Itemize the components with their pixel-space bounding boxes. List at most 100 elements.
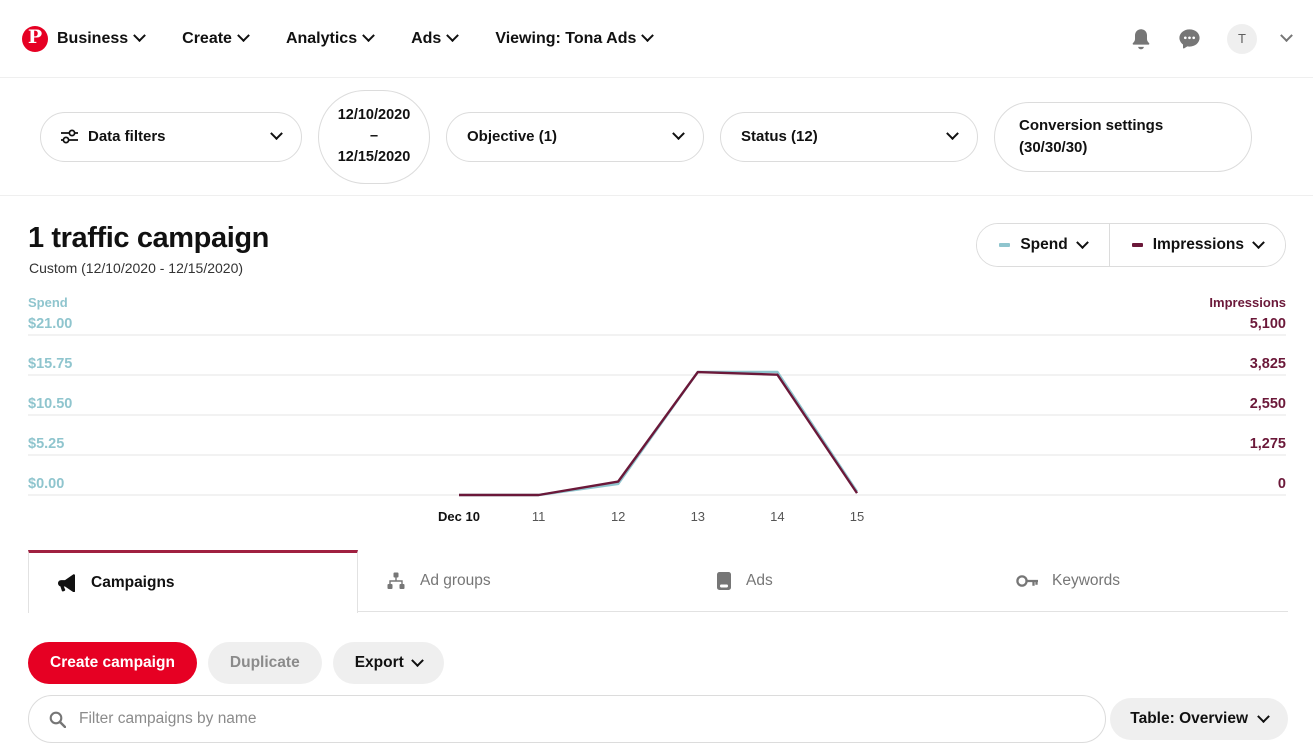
tab-label: Campaigns [91, 574, 175, 592]
x-axis-tick-label: 14 [770, 509, 784, 524]
entity-tabs: Campaigns Ad groups Ads Keywords [28, 550, 1288, 612]
nav-item-analytics[interactable]: Analytics [286, 30, 373, 48]
tab-label: Ad groups [420, 572, 491, 590]
search-icon [49, 711, 66, 728]
conversion-settings-label: Conversion settings [1019, 117, 1163, 134]
nav-item-label: Business [57, 30, 128, 48]
right-axis-tick: 5,100 [1250, 316, 1286, 332]
megaphone-icon [57, 574, 77, 592]
campaign-search-bar[interactable] [28, 695, 1106, 743]
left-axis-tick: $21.00 [28, 316, 72, 332]
chevron-down-icon [237, 29, 250, 42]
ad-groups-icon [386, 572, 406, 590]
tab-label: Ads [746, 572, 773, 590]
status-dropdown[interactable]: Status (12) [720, 112, 978, 162]
date-range-start: 12/10/2020 [338, 105, 411, 126]
objective-label: Objective (1) [467, 128, 557, 145]
x-axis-tick-label: 15 [850, 509, 864, 524]
date-range-picker[interactable]: 12/10/2020 – 12/15/2020 [318, 90, 430, 184]
nav-item-business[interactable]: Business [57, 30, 144, 48]
spend-color-swatch-icon [999, 243, 1010, 247]
tab-campaigns[interactable]: Campaigns [28, 550, 358, 613]
conversion-settings-window: (30/30/30) [1019, 139, 1087, 156]
chevron-down-icon [946, 127, 959, 140]
performance-chart: Spend $21.00 $15.75 $10.50 $5.25 $0.00 Impres… [0, 286, 1313, 526]
chevron-down-icon [672, 127, 685, 140]
metric-button-label: Impressions [1153, 236, 1244, 254]
page-title: 1 traffic campaign [28, 222, 269, 255]
metric-button-impressions[interactable]: Impressions [1109, 224, 1285, 266]
x-axis-tick-label: 13 [691, 509, 705, 524]
sliders-icon [61, 129, 78, 144]
tab-ads[interactable]: Ads [688, 550, 988, 611]
left-axis-tick: $0.00 [28, 476, 64, 492]
chart-plot-area [0, 286, 1313, 526]
nav-left-group: P Business Create Analytics Ads Viewing:… [0, 26, 690, 52]
data-filters-dropdown[interactable]: Data filters [40, 112, 302, 162]
chat-bubble-icon[interactable] [1177, 27, 1202, 51]
left-axis-tick: $15.75 [28, 356, 72, 372]
x-axis-tick-label: 12 [611, 509, 625, 524]
chevron-down-icon [642, 29, 655, 42]
avatar[interactable]: T [1227, 24, 1257, 54]
nav-item-ads[interactable]: Ads [411, 30, 457, 48]
metric-button-spend[interactable]: Spend [977, 224, 1108, 266]
chevron-down-icon [270, 127, 283, 140]
filter-bar: Data filters 12/10/2020 – 12/15/2020 Obj… [0, 78, 1313, 196]
status-label: Status (12) [741, 128, 818, 145]
date-range-dash: – [370, 126, 378, 147]
metric-selector-group: Spend Impressions [976, 223, 1286, 267]
duplicate-button[interactable]: Duplicate [208, 642, 322, 684]
nav-item-label: Analytics [286, 30, 357, 48]
bell-icon[interactable] [1130, 27, 1152, 51]
table-view-selector[interactable]: Table: Overview [1110, 698, 1288, 740]
tab-ad-groups[interactable]: Ad groups [358, 550, 688, 611]
chart-line-spend [459, 372, 857, 495]
export-button[interactable]: Export [333, 642, 444, 684]
tab-label: Keywords [1052, 572, 1120, 590]
export-label: Export [355, 654, 404, 672]
objective-dropdown[interactable]: Objective (1) [446, 112, 704, 162]
x-axis-tick-label: Dec 10 [438, 509, 480, 524]
page-subtitle: Custom (12/10/2020 - 12/15/2020) [29, 260, 243, 276]
top-navigation-bar: P Business Create Analytics Ads Viewing:… [0, 0, 1313, 78]
chevron-down-icon [1257, 710, 1270, 723]
left-axis-tick: $10.50 [28, 396, 72, 412]
nav-right-group: T [1130, 24, 1313, 54]
pinterest-ads-manager-page: P Business Create Analytics Ads Viewing:… [0, 0, 1313, 746]
metric-button-label: Spend [1020, 236, 1067, 254]
right-axis-tick: 0 [1278, 476, 1286, 492]
action-button-row: Create campaign Duplicate Export [28, 642, 444, 684]
chevron-down-icon [411, 654, 424, 667]
chevron-down-icon [1076, 236, 1089, 249]
conversion-settings-button[interactable]: Conversion settings (30/30/30) [994, 102, 1252, 172]
right-axis-tick: 1,275 [1250, 436, 1286, 452]
table-view-label: Table: Overview [1130, 710, 1248, 728]
right-axis-title: Impressions [1209, 295, 1286, 310]
nav-item-create[interactable]: Create [182, 30, 248, 48]
impressions-color-swatch-icon [1132, 243, 1143, 247]
chevron-down-icon [362, 29, 375, 42]
left-axis-tick: $5.25 [28, 436, 64, 452]
date-range-end: 12/15/2020 [338, 147, 411, 168]
x-axis-tick-label: 11 [532, 509, 546, 524]
chart-line-impressions [459, 372, 857, 495]
pinterest-logo-icon[interactable]: P [22, 26, 48, 52]
nav-item-label: Viewing: Tona Ads [495, 30, 636, 48]
chevron-down-icon [133, 29, 146, 42]
nav-item-label: Ads [411, 30, 441, 48]
account-menu-chevron-down-icon[interactable] [1282, 34, 1291, 43]
nav-item-viewing-account[interactable]: Viewing: Tona Ads [495, 30, 652, 48]
right-axis-tick: 2,550 [1250, 396, 1286, 412]
create-campaign-button[interactable]: Create campaign [28, 642, 197, 684]
avatar-initial: T [1238, 31, 1246, 46]
chevron-down-icon [446, 29, 459, 42]
tab-keywords[interactable]: Keywords [988, 550, 1288, 611]
key-icon [1016, 573, 1038, 589]
data-filters-label: Data filters [88, 128, 166, 145]
right-axis-tick: 3,825 [1250, 356, 1286, 372]
search-input[interactable] [79, 696, 1085, 742]
chevron-down-icon [1252, 236, 1265, 249]
left-axis-title: Spend [28, 295, 68, 310]
nav-item-label: Create [182, 30, 232, 48]
